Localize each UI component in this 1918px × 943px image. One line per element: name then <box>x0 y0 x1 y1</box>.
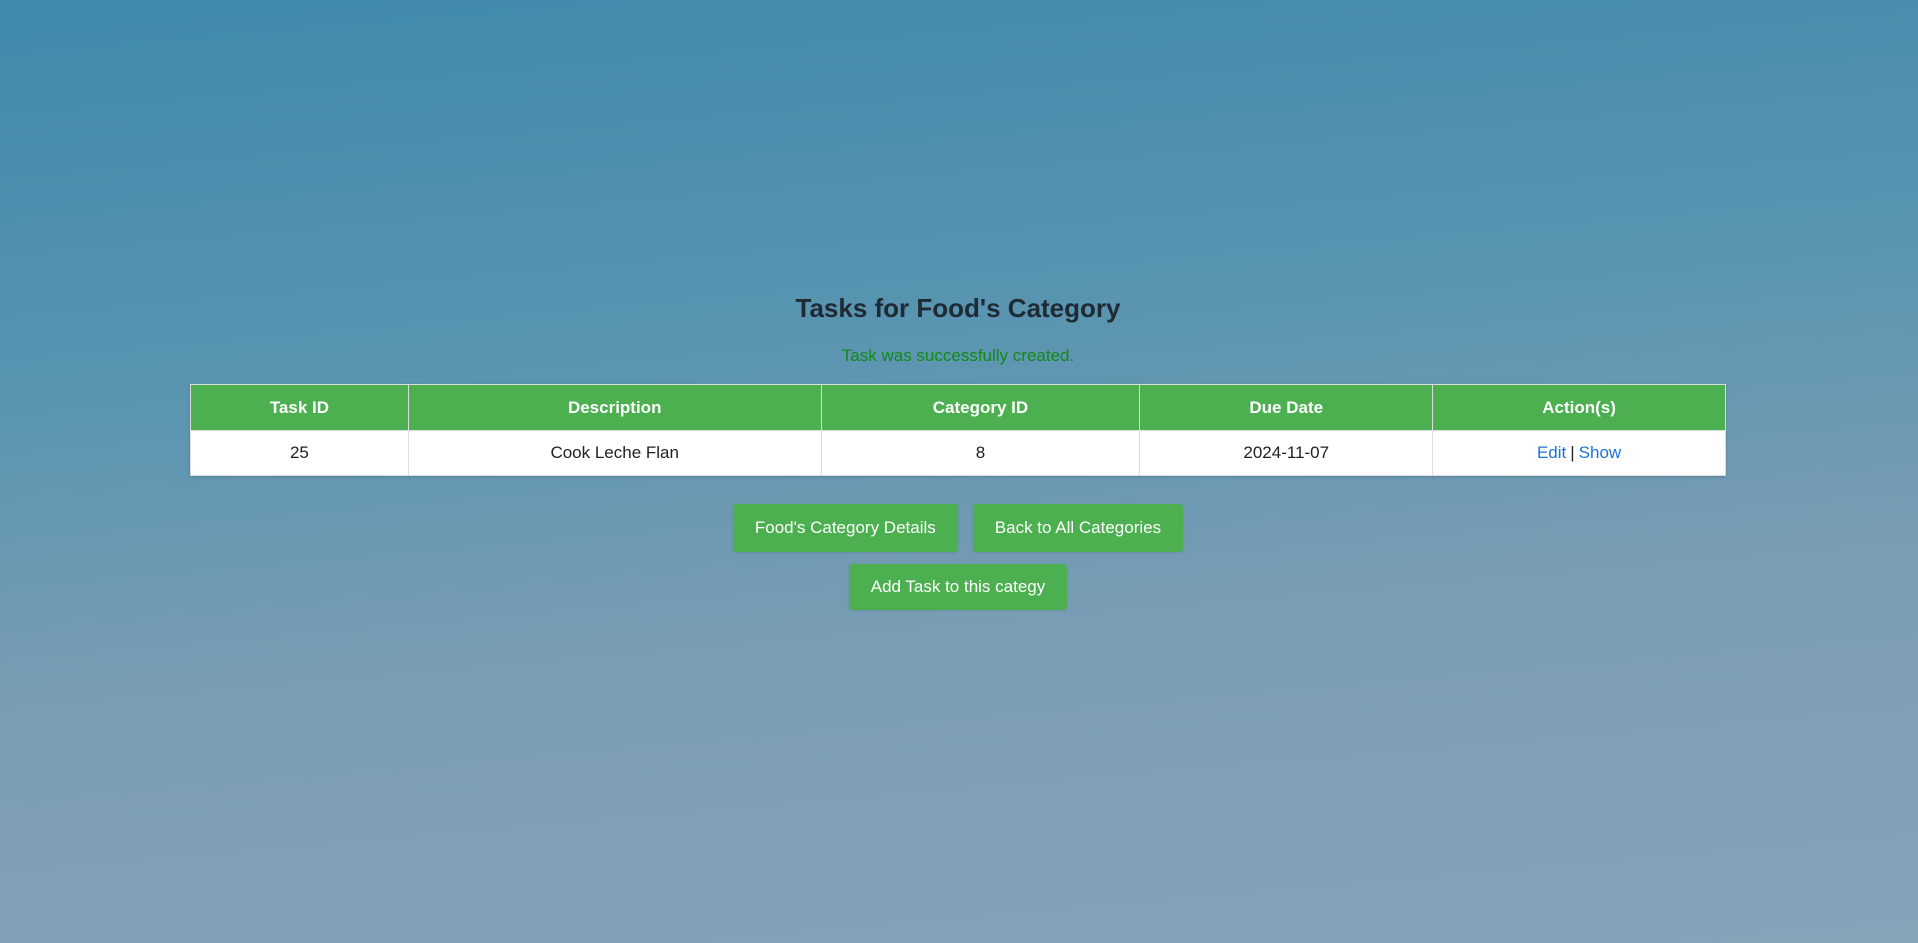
column-header-task-id: Task ID <box>190 384 409 431</box>
table-row: 25 Cook Leche Flan 8 2024-11-07 Edit | Sho… <box>190 430 1726 476</box>
page-title: Tasks for Food's Category <box>795 293 1121 323</box>
cell-category-id: 8 <box>820 430 1141 476</box>
column-header-due-date: Due Date <box>1139 384 1434 431</box>
button-row: Food's Category Details Back to All Cate… <box>190 504 1726 552</box>
add-task-button[interactable]: Add Task to this categy <box>848 564 1068 610</box>
show-link[interactable]: Show <box>1579 443 1622 462</box>
tasks-table: Task ID Description Category ID Due Date… <box>190 384 1726 476</box>
column-header-description: Description <box>407 384 822 431</box>
back-to-all-categories-button[interactable]: Back to All Categories <box>972 504 1184 552</box>
column-header-category-id: Category ID <box>820 384 1141 431</box>
cell-due-date: 2024-11-07 <box>1139 430 1434 476</box>
category-details-button[interactable]: Food's Category Details <box>732 504 958 552</box>
cell-description: Cook Leche Flan <box>407 430 822 476</box>
flash-message: Task was successfully created. <box>841 346 1075 365</box>
button-row-secondary: Add Task to this categy <box>190 564 1726 610</box>
edit-link[interactable]: Edit <box>1537 443 1566 462</box>
main-container: Tasks for Food's Category Task was succe… <box>190 290 1726 610</box>
cell-actions: Edit | Show <box>1432 430 1726 476</box>
cell-task-id: 25 <box>190 430 409 476</box>
column-header-actions: Action(s) <box>1432 384 1726 431</box>
table-header-row: Task ID Description Category ID Due Date… <box>190 384 1726 431</box>
action-separator: | <box>1570 443 1575 462</box>
